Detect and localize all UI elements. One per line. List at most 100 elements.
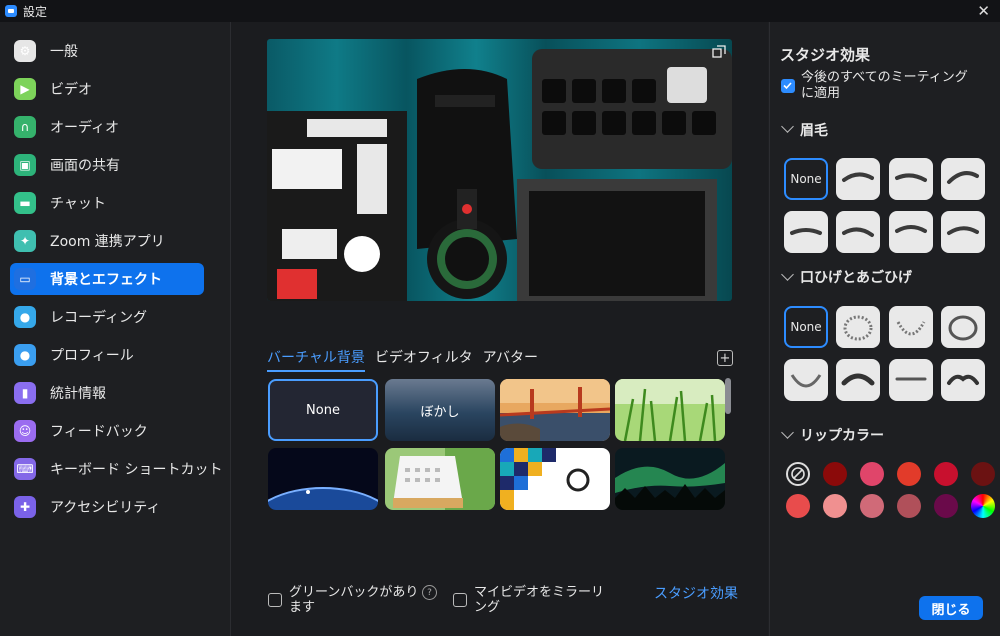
lip-color-swatch[interactable] [786,494,810,518]
sidebar-item-label: レコーディング [50,310,148,326]
background-scrollbar[interactable] [725,378,731,508]
sidebar-item-feedback[interactable]: ☺ フィードバック [10,415,204,447]
record-icon: ● [14,306,36,328]
lip-color-none-option[interactable] [786,462,810,486]
eyebrow-style-option[interactable] [836,158,880,200]
settings-sidebar: ⚙ 一般 ▶ ビデオ ∩ オーディオ ▣ 画面の共有 ▬ チャット ✦ Zoom 連携アプリ ▭ 背景とエ… [0,22,231,636]
beard-style-option[interactable] [941,359,985,401]
lip-color-swatch[interactable] [897,462,921,486]
sidebar-item-headphones[interactable]: ∩ オーディオ [10,111,204,143]
popout-icon[interactable] [712,45,726,59]
mustache-none-option[interactable]: None [784,306,828,348]
beard-style-option[interactable] [889,359,933,401]
background-rpa-pattern[interactable] [500,448,610,510]
lip-color-title: リップカラー [800,428,884,444]
beard-style-option[interactable] [889,306,933,348]
mirror-video-checkbox[interactable] [453,593,467,607]
beard-style-option[interactable] [941,306,985,348]
lip-color-swatch[interactable] [860,462,884,486]
eyebrow-style-option[interactable] [889,211,933,253]
sidebar-item-video[interactable]: ▶ ビデオ [10,73,204,105]
title-bar: 設定 ✕ [0,0,1000,22]
stats-icon: ▮ [14,382,36,404]
chat-icon: ▬ [14,192,36,214]
grass-image [615,379,725,441]
lip-color-swatch[interactable] [934,462,958,486]
apps-icon: ✦ [14,230,36,252]
eyebrow-icon [947,226,979,235]
share-screen-icon: ▣ [14,154,36,176]
tab-virtual-background[interactable]: バーチャル背景 [267,347,365,372]
close-button[interactable]: 閉じる [919,596,983,620]
lip-color-swatch[interactable] [823,462,847,486]
mustache-chevron-icon[interactable] [781,268,794,281]
none-option-label: None [790,172,822,186]
sidebar-item-label: 画面の共有 [50,158,120,174]
sidebar-item-label: Zoom 連携アプリ [50,234,165,250]
lip-color-swatch[interactable] [823,494,847,518]
keyboard-icon: ⌨ [14,458,36,480]
camera-preview-image [267,39,732,301]
sidebar-item-apps[interactable]: ✦ Zoom 連携アプリ [10,225,204,257]
add-background-icon[interactable]: + [717,350,733,366]
video-preview [267,39,732,301]
green-screen-checkbox[interactable] [268,593,282,607]
eyebrow-icon [895,173,927,182]
eyebrow-icon [842,227,874,237]
prohibited-icon [791,467,805,481]
lip-color-custom-option[interactable] [971,494,995,518]
sidebar-item-keyboard[interactable]: ⌨ キーボード ショートカット [10,453,222,485]
studio-effects-title: スタジオ効果 [780,46,871,64]
eyebrow-style-option[interactable] [941,158,985,200]
lip-color-swatch[interactable] [860,494,884,518]
sidebar-item-label: 統計情報 [50,386,106,402]
background-tabs: バーチャル背景 ビデオフィルタ アバター [267,347,548,372]
eyebrow-style-option[interactable] [889,158,933,200]
mirror-video-label: マイビデオをミラーリング [474,585,605,615]
studio-effects-link[interactable]: スタジオ効果 [654,583,738,603]
profile-icon: ● [14,344,36,366]
sidebar-item-background[interactable]: ▭ 背景とエフェクト [10,263,204,295]
tab-video-filter[interactable]: ビデオフィルタ [375,347,473,367]
eyebrow-style-option[interactable] [941,211,985,253]
background-calendar[interactable] [385,448,495,510]
lip-color-swatch[interactable] [934,494,958,518]
apply-all-meetings-checkbox[interactable] [781,79,795,93]
sidebar-item-gear[interactable]: ⚙ 一般 [10,35,204,67]
sidebar-item-chat[interactable]: ▬ チャット [10,187,204,219]
eyebrow-icon [895,225,927,233]
sidebar-item-stats[interactable]: ▮ 統計情報 [10,377,204,409]
tab-avatar[interactable]: アバター [483,347,538,367]
window-close-icon[interactable]: ✕ [977,2,990,20]
sidebar-item-label: 一般 [50,44,78,60]
sidebar-item-record[interactable]: ● レコーディング [10,301,204,333]
background-golden-gate[interactable] [500,379,610,441]
eyebrow-style-option[interactable] [784,211,828,253]
golden-gate-image [500,379,610,441]
sidebar-item-profile[interactable]: ● プロフィール [10,339,204,371]
background-aurora[interactable] [615,448,725,510]
beard-style-option[interactable] [836,359,880,401]
studio-effects-panel: スタジオ効果 今後のすべてのミーティングに適用 眉毛 口ひげとあごひげ リップカ… [769,22,1000,636]
background-none[interactable]: None [268,379,378,441]
eyebrows-chevron-icon[interactable] [781,120,794,133]
background-grass[interactable] [615,379,725,441]
beard-icon [790,374,822,388]
lip-color-chevron-icon[interactable] [781,426,794,439]
lip-color-swatch[interactable] [971,462,995,486]
none-option-label: None [790,320,822,334]
help-icon[interactable]: ? [422,585,437,600]
scrollbar-thumb[interactable] [725,378,731,414]
sidebar-item-share-screen[interactable]: ▣ 画面の共有 [10,149,204,181]
beard-style-option[interactable] [784,359,828,401]
lip-color-swatch[interactable] [897,494,921,518]
sidebar-item-label: キーボード ショートカット [50,462,223,478]
eyebrows-none-option[interactable]: None [784,158,828,200]
background-earth[interactable] [268,448,378,510]
background-blur[interactable]: ぼかし [385,379,495,441]
green-screen-label: グリーンバックがあります [289,585,419,615]
beard-style-option[interactable] [836,306,880,348]
sidebar-item-label: プロフィール [50,348,134,364]
eyebrow-style-option[interactable] [836,211,880,253]
sidebar-item-accessibility[interactable]: ✚ アクセシビリティ [10,491,204,523]
